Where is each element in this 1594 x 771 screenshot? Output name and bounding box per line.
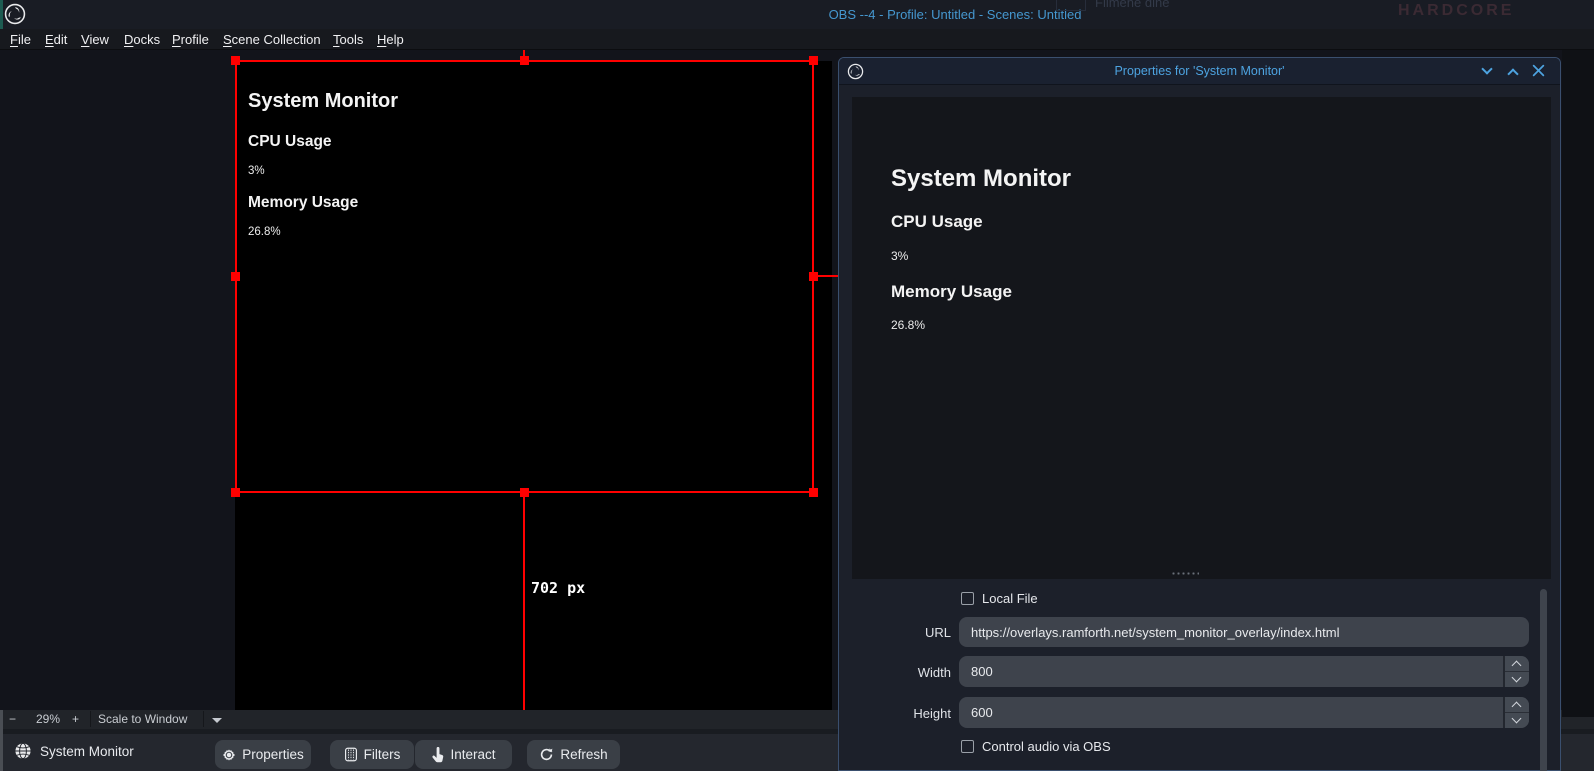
scale-mode-select[interactable]: Scale to Window: [98, 712, 187, 726]
zoom-out-button[interactable]: −: [9, 712, 16, 726]
statusbar-separator: [90, 711, 91, 727]
dialog-close-button[interactable]: [1532, 64, 1548, 80]
selection-handle-mid-left[interactable]: [231, 272, 240, 281]
selection-handle-bottom-left[interactable]: [231, 488, 240, 497]
menu-profile[interactable]: Profile: [172, 32, 209, 47]
dock-left-edge: [0, 710, 3, 771]
height-spin-down-button[interactable]: [1505, 713, 1529, 729]
chevron-down-icon: [1481, 63, 1492, 74]
control-audio-label: Control audio via OBS: [982, 739, 1111, 754]
menu-help[interactable]: Help: [377, 32, 404, 47]
dialog-scrollbar[interactable]: [1540, 589, 1547, 771]
menu-edit[interactable]: Edit: [45, 32, 67, 47]
filters-button[interactable]: Filters: [330, 740, 414, 769]
gear-icon: [222, 748, 236, 762]
preview-cpu-label: CPU Usage: [891, 212, 983, 232]
height-label: Height: [879, 706, 951, 721]
zoom-in-button[interactable]: +: [72, 712, 79, 726]
menu-file[interactable]: File: [10, 32, 31, 47]
menu-scene-collection[interactable]: Scene Collection: [223, 32, 321, 47]
dialog-titlebar[interactable]: Properties for 'System Monitor': [839, 58, 1560, 85]
source-selection-box[interactable]: [235, 60, 814, 493]
spin-down-icon: [1512, 713, 1522, 723]
interact-button[interactable]: Interact: [415, 740, 512, 769]
filters-button-label: Filters: [364, 747, 401, 762]
preview-mem-label: Memory Usage: [891, 282, 1012, 302]
guide-line-right: [814, 275, 838, 277]
properties-button[interactable]: Properties: [215, 740, 311, 769]
spin-up-icon: [1512, 702, 1522, 712]
menu-bar: File Edit View Docks Profile Scene Colle…: [0, 29, 1594, 50]
statusbar-separator-2: [203, 711, 204, 727]
scale-mode-dropdown-arrow-icon[interactable]: [212, 718, 222, 723]
width-label: Width: [879, 665, 951, 680]
preview-title: System Monitor: [891, 165, 1071, 193]
guide-line-bottom: [523, 493, 525, 710]
selection-handle-top-right[interactable]: [809, 56, 818, 65]
refresh-button[interactable]: Refresh: [527, 740, 620, 769]
height-spinner: [1503, 697, 1529, 728]
url-label: URL: [879, 625, 951, 640]
ghost-window-artifact: [1056, 0, 1086, 11]
window-right-sliver: [1562, 50, 1594, 717]
width-spin-down-button[interactable]: [1505, 672, 1529, 688]
window-titlebar: OBS --4 - Profile: Untitled - Scenes: Un…: [0, 0, 1594, 29]
spin-up-icon: [1512, 661, 1522, 671]
browser-source-globe-icon: [14, 742, 32, 760]
local-file-label: Local File: [982, 591, 1038, 606]
control-audio-checkbox[interactable]: [961, 740, 974, 753]
properties-button-label: Properties: [242, 747, 304, 762]
selected-source-name: System Monitor: [40, 744, 134, 759]
chevron-up-icon: [1507, 68, 1518, 79]
hand-pointer-icon: [431, 747, 444, 763]
obs-logo-icon: [4, 3, 26, 25]
menu-tools[interactable]: Tools: [333, 32, 363, 47]
preview-mem-value: 26.8%: [891, 318, 925, 332]
source-preview-pane: System Monitor CPU Usage 3% Memory Usage…: [852, 97, 1551, 579]
width-input[interactable]: [959, 656, 1529, 687]
dialog-unshade-button[interactable]: [1506, 64, 1522, 80]
zoom-level: 29%: [36, 712, 60, 726]
width-spin-up-button[interactable]: [1505, 656, 1529, 672]
selection-handle-bottom-right[interactable]: [809, 488, 818, 497]
height-guide-label: 702 px: [531, 579, 585, 597]
selection-handle-top-left[interactable]: [231, 56, 240, 65]
menu-view[interactable]: View: [81, 32, 109, 47]
close-icon: [1532, 64, 1545, 77]
properties-dialog: Properties for 'System Monitor' System M…: [838, 57, 1561, 771]
preview-cpu-value: 3%: [891, 249, 908, 263]
interact-button-label: Interact: [450, 747, 495, 762]
spin-down-icon: [1512, 672, 1522, 682]
width-spinner: [1503, 656, 1529, 687]
guide-line-top: [523, 50, 525, 60]
dialog-shade-button[interactable]: [1480, 64, 1496, 80]
url-input[interactable]: [959, 617, 1529, 647]
height-input[interactable]: [959, 697, 1529, 728]
menu-docks[interactable]: Docks: [124, 32, 160, 47]
splitter-handle[interactable]: [1171, 572, 1199, 575]
dialog-title: Properties for 'System Monitor': [839, 64, 1560, 78]
refresh-icon: [539, 747, 554, 762]
ghost-text-left: Filmene dine: [1095, 0, 1169, 10]
filters-icon: [344, 747, 358, 762]
local-file-checkbox[interactable]: [961, 592, 974, 605]
refresh-button-label: Refresh: [560, 747, 607, 762]
height-spin-up-button[interactable]: [1505, 697, 1529, 713]
ghost-text-right: HARDCORE: [1398, 2, 1514, 20]
